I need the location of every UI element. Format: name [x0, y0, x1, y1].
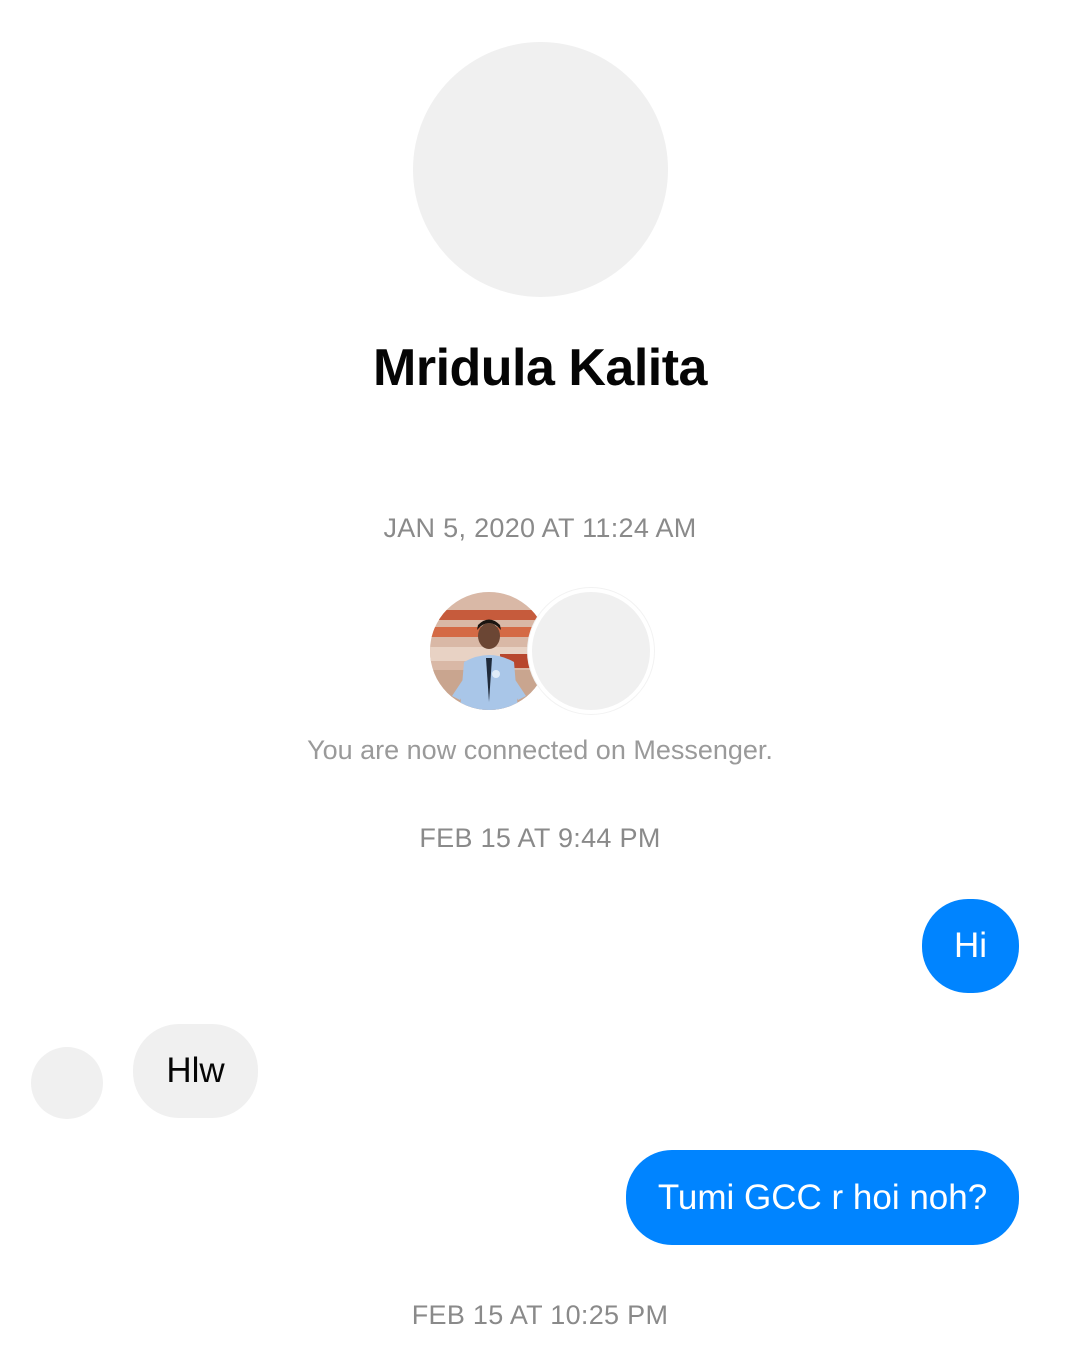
timestamp-connected: JAN 5, 2020 AT 11:24 AM: [383, 513, 697, 543]
connected-avatars: [426, 588, 656, 714]
message-bubble-outgoing[interactable]: Hi: [922, 899, 1019, 993]
contact-avatar-placeholder: [528, 588, 654, 714]
timestamp-3: FEB 15 AT 10:25 PM: [411, 1300, 669, 1330]
connected-system-message: You are now connected on Messenger.: [307, 735, 773, 765]
sender-avatar[interactable]: [31, 1047, 103, 1119]
contact-name[interactable]: Mridula Kalita: [0, 338, 1080, 398]
message-bubble-incoming[interactable]: Hlw: [133, 1024, 258, 1118]
message-bubble-outgoing[interactable]: Tumi GCC r hoi noh?: [626, 1150, 1019, 1245]
timestamp-2: FEB 15 AT 9:44 PM: [419, 823, 661, 853]
contact-profile-avatar[interactable]: [413, 42, 668, 297]
